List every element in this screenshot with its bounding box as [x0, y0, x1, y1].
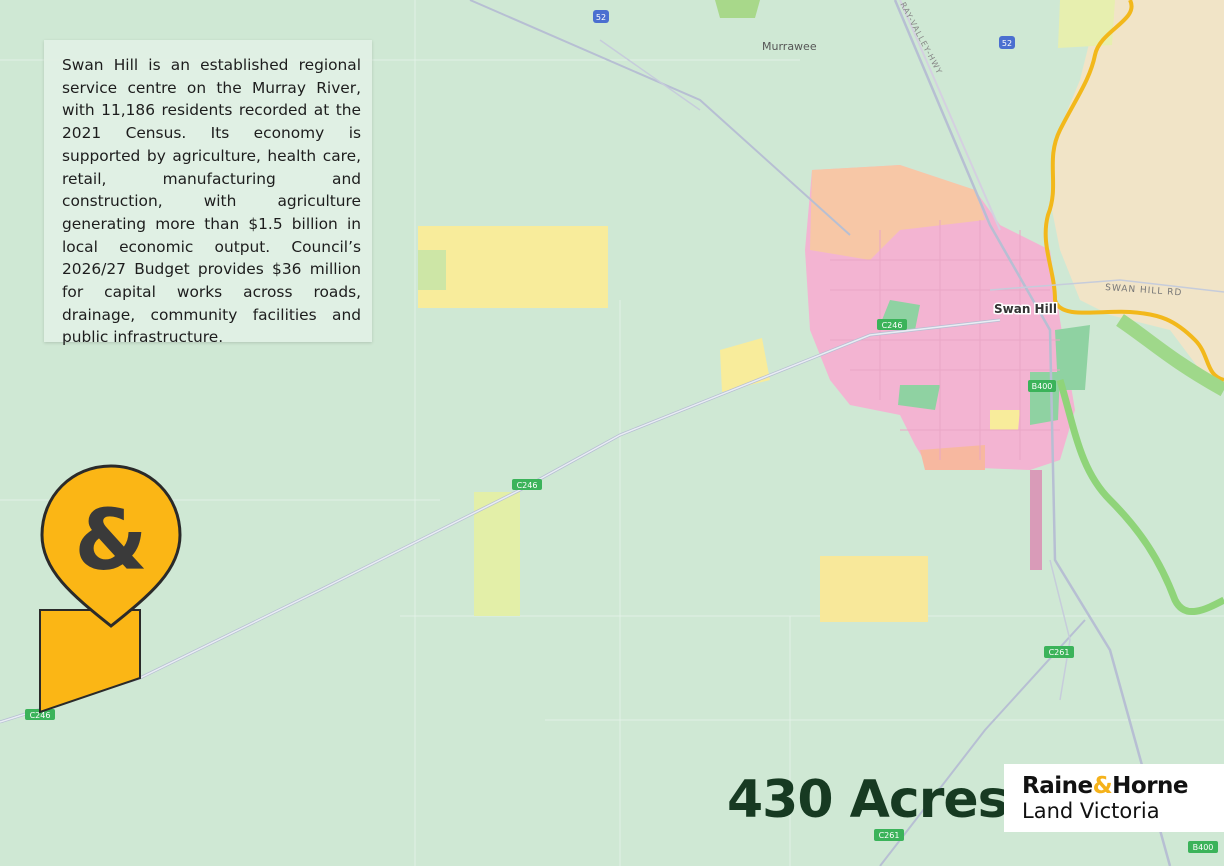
svg-text:B400: B400	[1032, 382, 1053, 391]
acreage-heading: 430 Acres*	[727, 766, 1026, 830]
svg-text:C246: C246	[517, 481, 538, 490]
brand-line-1: Raine&Horne	[1022, 773, 1189, 799]
route-shield-c246: C246	[512, 479, 542, 490]
farm-block	[990, 410, 1020, 430]
info-panel: Swan Hill is an established regional ser…	[44, 40, 372, 346]
info-text: Swan Hill is an established regional ser…	[62, 56, 361, 347]
brand-raine: Raine	[1022, 773, 1093, 799]
park	[1058, 0, 1115, 48]
industrial-strip	[1030, 470, 1042, 570]
svg-text:C261: C261	[879, 831, 900, 840]
svg-text:52: 52	[596, 13, 606, 22]
route-shield-c261: C261	[874, 829, 904, 841]
brand-logo: Raine&Horne Land Victoria	[1004, 764, 1224, 832]
ampersand-glyph: &	[74, 491, 147, 589]
svg-text:C261: C261	[1049, 648, 1070, 657]
route-shield-b400: B400	[1188, 841, 1218, 853]
brand-ampersand: &	[1092, 773, 1113, 799]
route-shield-c261: C261	[1044, 646, 1074, 658]
route-shield-52: 52	[593, 10, 609, 23]
route-shield-52: 52	[999, 36, 1015, 49]
park	[1030, 372, 1060, 425]
place-label-swan-hill: Swan Hill	[994, 302, 1057, 316]
farm-block	[820, 556, 928, 622]
farm-block	[418, 226, 608, 308]
brand-line-2: Land Victoria	[1022, 799, 1160, 823]
park	[715, 0, 760, 18]
svg-text:52: 52	[1002, 39, 1012, 48]
route-shield-b400: B400	[1028, 380, 1056, 392]
svg-text:B400: B400	[1193, 843, 1214, 852]
svg-text:C246: C246	[882, 321, 903, 330]
acreage-value: 430 Acres	[727, 770, 1009, 830]
route-shield-c246: C246	[877, 319, 907, 330]
farm-block	[418, 250, 446, 290]
brand-horne: Horne	[1112, 773, 1189, 799]
place-label-murrawee: Murrawee	[762, 40, 817, 53]
